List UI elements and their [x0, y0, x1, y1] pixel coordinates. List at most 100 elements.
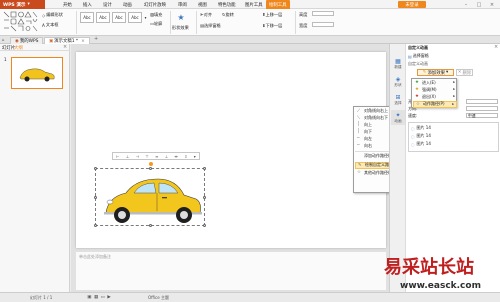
outline-button[interactable]: ▭轮廓: [150, 21, 162, 27]
tab-picture-tools[interactable]: 图片工具: [242, 0, 266, 9]
menu-label: 向下: [364, 129, 372, 135]
tab-presentation1[interactable]: ▣ 演示文稿1 * ×: [44, 37, 90, 44]
direction-select[interactable]: [466, 106, 498, 111]
normal-view-icon[interactable]: ▣: [87, 295, 91, 300]
notes-area[interactable]: 单击此处添加备注: [76, 252, 386, 290]
home-icon[interactable]: ⌂: [2, 37, 5, 42]
animation-list-item[interactable]: ◌ 图片 14: [411, 133, 497, 139]
speed-select[interactable]: 中速: [466, 113, 498, 118]
delete-label: 删除: [462, 70, 472, 76]
style-more-icon[interactable]: ▾: [143, 12, 148, 23]
menu-item-entrance[interactable]: ★ 进入(E) ▸: [413, 80, 457, 87]
start-select[interactable]: [466, 99, 498, 104]
align-left-icon[interactable]: ⊢: [116, 154, 119, 159]
maximize-icon[interactable]: □: [473, 0, 485, 9]
sorter-view-icon[interactable]: ▦: [94, 295, 98, 300]
select-pane-strip-button[interactable]: ⊞ 选择: [391, 92, 405, 107]
align-right-icon[interactable]: ⊣: [136, 154, 139, 159]
resize-handle[interactable]: [203, 167, 206, 170]
align-center-icon[interactable]: ⊥: [126, 154, 129, 159]
fill-button[interactable]: ▨填充: [150, 12, 162, 18]
tab-outline[interactable]: 大纲: [14, 45, 23, 51]
slide-counter: 幻灯片 1 / 1: [30, 295, 53, 300]
tab-view[interactable]: 视图: [195, 0, 210, 9]
close-tab-icon[interactable]: ×: [81, 39, 85, 44]
resize-handle[interactable]: [149, 224, 152, 227]
emphasis-icon: ★: [415, 87, 419, 92]
tab-features[interactable]: 特色功能: [215, 0, 239, 9]
align-bottom-icon[interactable]: ⊥: [165, 154, 168, 159]
selected-car-image[interactable]: [94, 162, 206, 227]
new-tab-icon[interactable]: +: [94, 36, 98, 42]
textbox-button[interactable]: A 文本框: [42, 22, 58, 28]
tab-insert[interactable]: 插入: [80, 0, 95, 9]
resize-handle[interactable]: [94, 196, 97, 199]
tab-home[interactable]: 开始: [60, 0, 75, 9]
shape-effect-icon[interactable]: ★: [174, 12, 188, 22]
close-icon[interactable]: ×: [486, 0, 498, 9]
menu-item-emphasis[interactable]: ★ 强调(M) ▸: [413, 87, 457, 94]
shape-pane-button[interactable]: ◈ 形状: [391, 74, 405, 89]
align-top-icon[interactable]: ⊤: [145, 154, 148, 159]
site-watermark: 易采站长站 www.easck.com: [380, 251, 500, 302]
style-preset-4[interactable]: Abc: [128, 12, 142, 23]
animation-list-item[interactable]: ◌ 图片 14: [411, 125, 497, 131]
animation-pane-button[interactable]: ✦ 动画: [391, 110, 405, 125]
style-preset-3[interactable]: Abc: [112, 12, 126, 23]
delete-button[interactable]: ✕ 删除: [456, 69, 473, 76]
style-preset-2[interactable]: Abc: [96, 12, 110, 23]
menubar: WPS 演示 ▾ 开始 插入 设计 动画 幻灯片放映 审阅 视图 特色功能 图片工…: [0, 0, 500, 9]
height-input[interactable]: [312, 11, 334, 16]
new-pane-button[interactable]: ▦ 新建: [391, 56, 405, 71]
distribute-h-icon[interactable]: ⇹: [175, 154, 178, 159]
menu-item-motion-path[interactable]: ☆ 动作路径(P) ▸: [413, 101, 457, 108]
resize-handle[interactable]: [203, 196, 206, 199]
mouse-icon: ◌: [411, 133, 415, 139]
app-menu-button[interactable]: WPS 演示 ▾: [0, 0, 45, 9]
bring-forward-label: 上移一层: [265, 12, 283, 17]
tab-my-wps[interactable]: ◉ 我的WPS: [10, 37, 44, 44]
distribute-v-icon[interactable]: ⇳: [184, 154, 187, 159]
tab-slideshow[interactable]: 幻灯片放映: [141, 0, 169, 9]
resize-handle[interactable]: [94, 224, 97, 227]
minimize-icon[interactable]: –: [460, 0, 472, 9]
theme-name: Office 主题: [148, 295, 169, 300]
menu-item-exit[interactable]: ★ 退出(X) ▸: [413, 94, 457, 101]
align-middle-icon[interactable]: ≡: [155, 154, 158, 159]
animation-list: ◌ 图片 14 ◌ 图片 14 ◌ 图片 14: [408, 122, 499, 152]
tab-animation[interactable]: 动画: [120, 0, 135, 9]
tab-drawing-tools[interactable]: 绘制工具: [266, 0, 290, 9]
menu-label: 进入(E): [422, 80, 436, 86]
resize-handle[interactable]: [203, 224, 206, 227]
resize-handle[interactable]: [94, 167, 97, 170]
shape-gallery-icon[interactable]: [3, 11, 39, 33]
close-panel-icon[interactable]: ×: [63, 44, 67, 50]
edit-shape-button[interactable]: ◇ 编辑形状: [42, 12, 63, 18]
tab-review[interactable]: 审阅: [175, 0, 190, 9]
menu-label: 向左: [364, 136, 372, 142]
shape-effect-label[interactable]: 形状效果: [172, 25, 189, 31]
reading-view-icon[interactable]: ▭: [101, 295, 105, 300]
width-input[interactable]: [312, 22, 334, 27]
slide-thumbnail[interactable]: [11, 57, 63, 89]
send-backward-button[interactable]: ⬇下移一层: [262, 23, 282, 29]
slide-thumbnail-panel: 幻灯片 大纲 × 1: [0, 44, 70, 292]
rotate-button[interactable]: ↻旋转: [222, 12, 234, 18]
select-pane-link[interactable]: ▤ 选择窗格: [408, 53, 500, 59]
bring-forward-button[interactable]: ⬆上移一层: [262, 12, 282, 18]
login-button[interactable]: 未登录: [398, 1, 426, 8]
select-pane-button[interactable]: ▤选择窗格: [200, 23, 221, 29]
more-icon[interactable]: ▾: [194, 154, 196, 159]
close-pane-icon[interactable]: ×: [494, 44, 498, 50]
slide[interactable]: ⊢ ⊥ ⊣ ⊤ ≡ ⊥ ⇹ ⇳ ▾: [76, 52, 386, 248]
animation-list-item[interactable]: ◌ 图片 14: [411, 141, 497, 147]
play-icon[interactable]: ▶: [107, 295, 110, 300]
align-button[interactable]: ⊫对齐: [200, 12, 212, 18]
rotate-handle[interactable]: [149, 162, 153, 166]
add-effect-button[interactable]: ✎ 添加效果 ▾: [417, 69, 454, 76]
textbox-icon: A: [42, 22, 45, 28]
select-pane-link-icon: ▤: [408, 53, 412, 59]
tab-design[interactable]: 设计: [100, 0, 115, 9]
resize-handle[interactable]: [149, 167, 152, 170]
style-preset-1[interactable]: Abc: [80, 12, 94, 23]
